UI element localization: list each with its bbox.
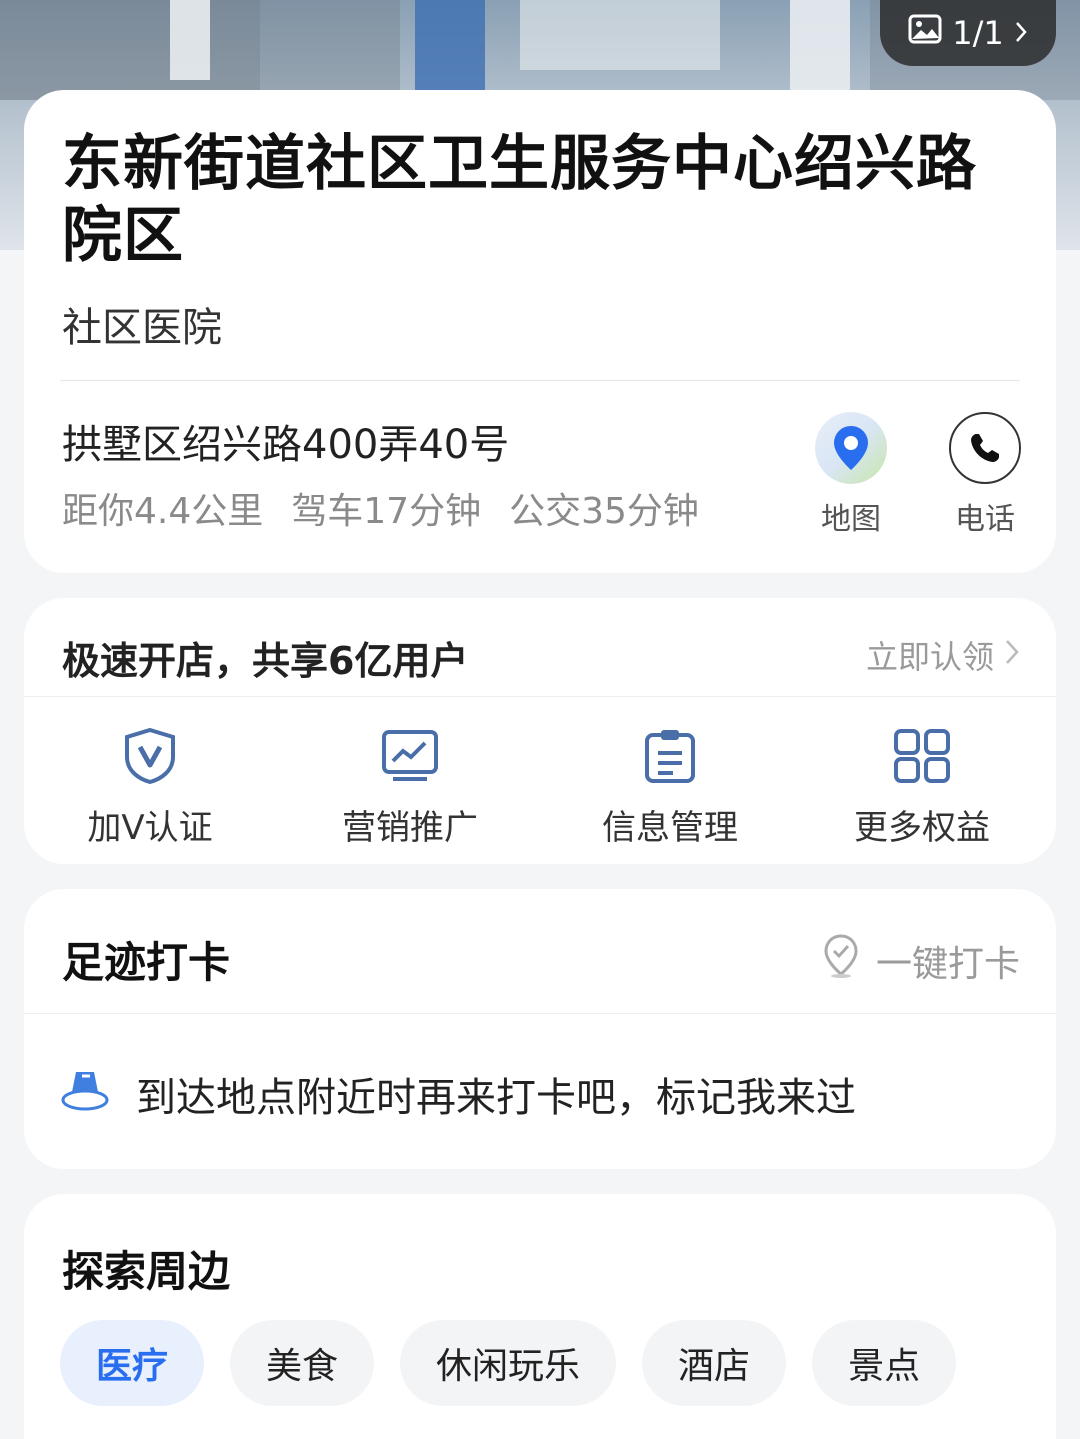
chip-attractions[interactable]: 景点 — [812, 1320, 957, 1406]
location-check-icon — [822, 933, 860, 988]
feature-verify-button[interactable]: 加V认证 — [50, 726, 250, 849]
feature-marketing-button[interactable]: 营销推广 — [310, 726, 510, 849]
map-pin-icon — [815, 412, 887, 484]
bus-time-text: 公交35分钟 — [509, 491, 699, 532]
chevron-right-icon — [1004, 636, 1020, 674]
poi-category: 社区医院 — [62, 305, 222, 351]
feature-label: 加V认证 — [87, 808, 213, 848]
feature-more-benefits-button[interactable]: 更多权益 — [822, 726, 1022, 849]
route-meta: 距你4.4公里 驾车17分钟 公交35分钟 — [62, 482, 699, 534]
phone-button[interactable]: 电话 — [940, 412, 1030, 538]
feature-label: 营销推广 — [342, 808, 478, 848]
map-button[interactable]: 地图 — [806, 412, 896, 538]
poi-info-card: 东新街道社区卫生服务中心绍兴路院区 社区医院 拱墅区绍兴路400弄40号 距你4… — [24, 90, 1056, 573]
image-icon — [908, 14, 942, 52]
claim-link[interactable]: 立即认领 — [866, 632, 1020, 678]
checkin-tip: 到达地点附近时再来打卡吧，标记我来过 — [60, 1065, 856, 1123]
poi-address[interactable]: 拱墅区绍兴路400弄40号 — [62, 412, 509, 470]
chip-leisure[interactable]: 休闲玩乐 — [400, 1320, 617, 1406]
poi-title: 东新街道社区卫生服务中心绍兴路院区 — [62, 129, 977, 271]
divider — [60, 380, 1020, 381]
checkin-card: 足迹打卡 一键打卡 到达地点附近时再来打卡吧，标记我来过 — [24, 889, 1056, 1169]
verified-shield-icon — [50, 726, 250, 786]
chevron-right-icon — [1014, 14, 1028, 52]
feature-info-management-button[interactable]: 信息管理 — [570, 726, 770, 849]
map-label: 地图 — [821, 502, 881, 537]
phone-icon — [949, 412, 1021, 484]
chip-food[interactable]: 美食 — [230, 1320, 375, 1406]
clipboard-icon — [570, 726, 770, 786]
explore-title: 探索周边 — [62, 1247, 231, 1296]
footprint-location-icon — [60, 1066, 110, 1122]
claim-label: 立即认领 — [865, 638, 994, 676]
chart-monitor-icon — [310, 726, 510, 786]
store-claim-card: 极速开店，共享6亿用户 立即认领 加V认证 营销推广 信息管理 更多权益 — [24, 598, 1056, 864]
drive-time-text: 驾车17分钟 — [291, 491, 482, 532]
grid-icon — [822, 726, 1022, 786]
divider — [24, 696, 1056, 697]
distance-text: 距你4.4公里 — [62, 491, 264, 532]
checkin-title: 足迹打卡 — [62, 938, 231, 987]
store-headline: 极速开店，共享6亿用户 — [62, 639, 469, 683]
checkin-tip-text: 到达地点附近时再来打卡吧，标记我来过 — [136, 1075, 856, 1121]
phone-label: 电话 — [955, 502, 1015, 537]
feature-label: 更多权益 — [854, 808, 990, 848]
one-tap-checkin-button[interactable]: 一键打卡 — [822, 933, 1020, 988]
category-chips: 医疗 美食 休闲玩乐 酒店 景点 — [60, 1320, 957, 1406]
feature-label: 信息管理 — [602, 808, 738, 848]
divider — [24, 1013, 1056, 1014]
chip-medical[interactable]: 医疗 — [60, 1320, 205, 1406]
checkin-button-label: 一键打卡 — [875, 943, 1020, 985]
photo-counter-button[interactable]: 1/1 — [880, 0, 1056, 66]
photo-counter-text: 1/1 — [952, 14, 1004, 52]
explore-nearby-card: 探索周边 医疗 美食 休闲玩乐 酒店 景点 — [24, 1194, 1056, 1439]
chip-hotel[interactable]: 酒店 — [642, 1320, 787, 1406]
